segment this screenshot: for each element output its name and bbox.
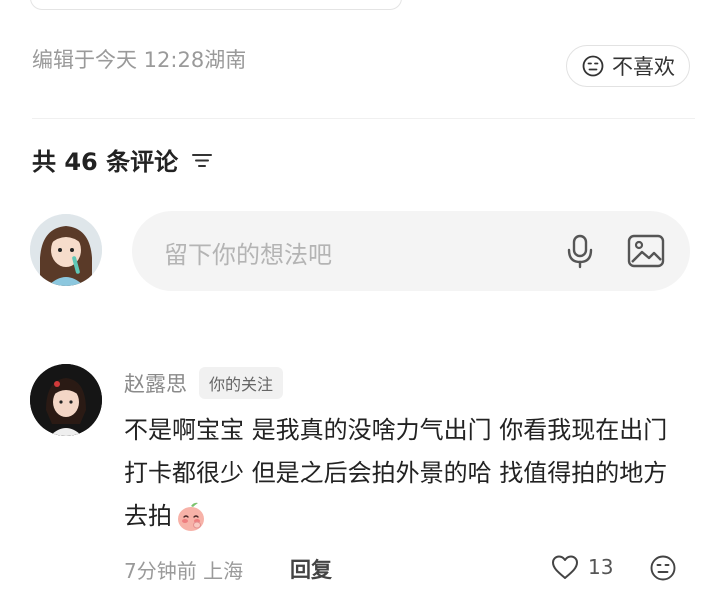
dislike-label: 不喜欢 [612,55,675,79]
heart-icon [550,553,580,581]
frown-face-icon [581,54,605,78]
comment-footer: 7分钟前 上海 回复 13 [124,553,690,585]
shy-peach-face-icon [174,500,208,534]
comment-author-row: 赵露思 你的关注 [124,367,284,399]
comment-time-location: 7分钟前 上海 [124,559,244,583]
like-count: 13 [588,555,614,579]
previous-card-edge [30,0,402,10]
comment-input-placeholder: 留下你的想法吧 [164,241,332,269]
sort-icon[interactable] [190,148,214,172]
comments-count-title: 共 46 条评论 [32,148,179,176]
dislike-button[interactable]: 不喜欢 [566,45,690,87]
reply-button[interactable]: 回复 [290,554,332,584]
comments-header: 共 46 条评论 [32,142,214,177]
my-avatar[interactable] [30,214,102,286]
divider [32,118,695,119]
comment-text: 不是啊宝宝 是我真的没啥力气出门 你看我现在出门打卡都很少 但是之后会拍外景的哈… [124,409,684,538]
microphone-icon[interactable] [560,231,600,271]
like-button[interactable]: 13 [550,553,613,581]
following-badge: 你的关注 [199,367,284,399]
comment-author-name[interactable]: 赵露思 [124,368,187,398]
comment-dislike-icon[interactable] [648,553,678,583]
comment-author-avatar[interactable] [30,364,102,436]
image-icon[interactable] [626,231,666,271]
comment-input[interactable]: 留下你的想法吧 [132,211,690,291]
edited-info: 编辑于今天 12:28湖南 [32,48,247,72]
